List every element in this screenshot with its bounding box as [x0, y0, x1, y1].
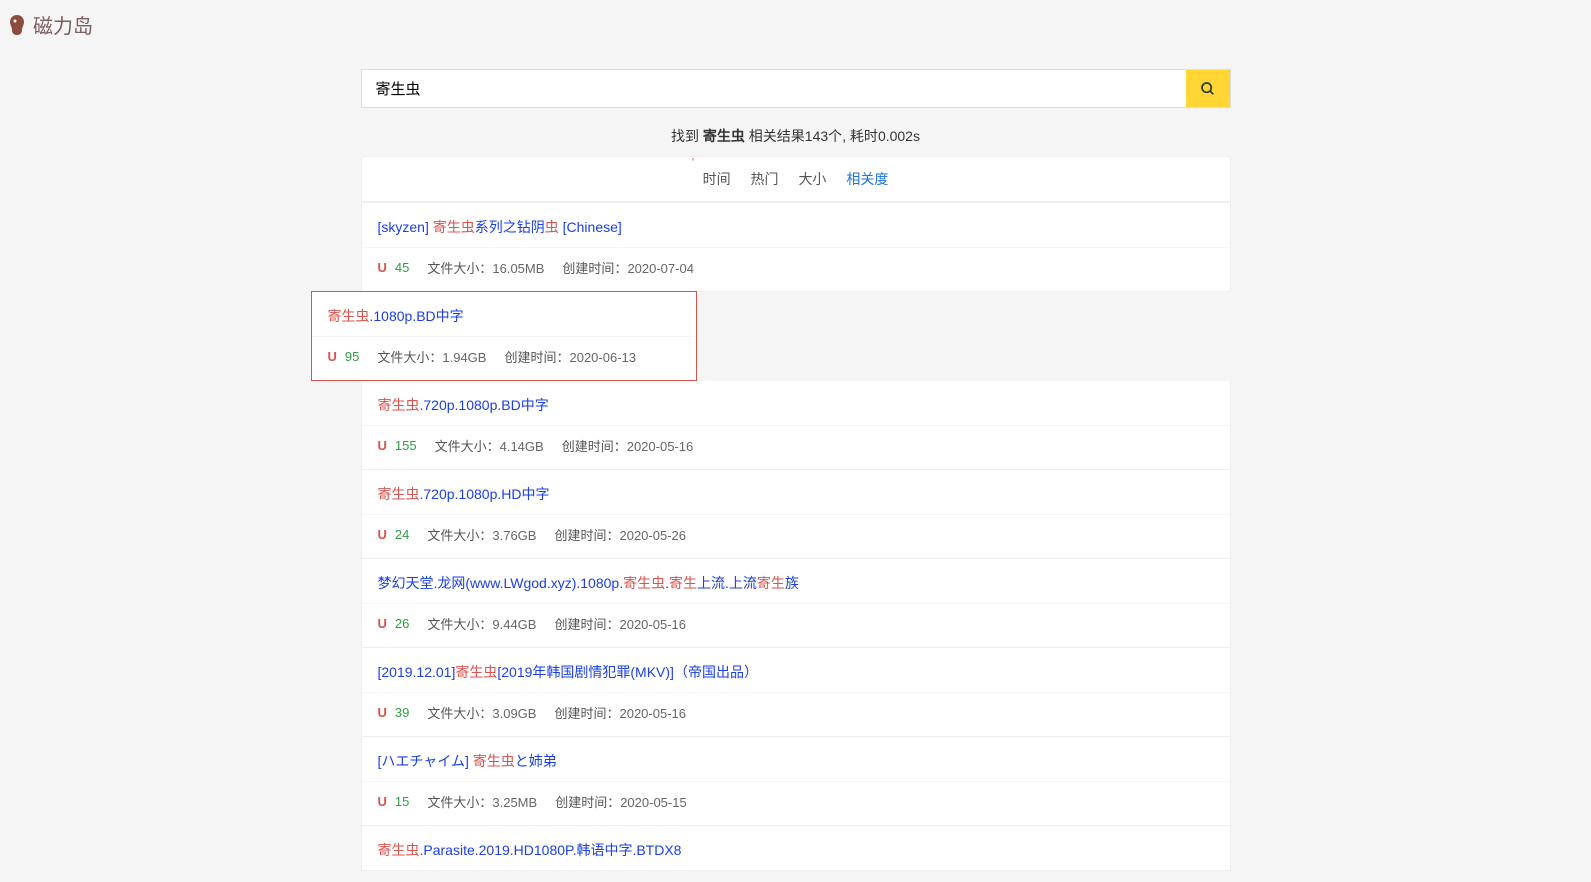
result-meta: U 24 文件大小：3.76GB 创建时间：2020-05-26 [362, 514, 1230, 558]
search-input[interactable] [362, 70, 1186, 107]
file-size: 文件大小：3.76GB [427, 525, 536, 544]
magnet-icon[interactable]: U [378, 438, 387, 453]
sort-hot[interactable]: 热门 [751, 169, 779, 189]
result-item: [2019.12.01]寄生虫[2019年韩国剧情犯罪(MKV)]（帝国出品） U… [361, 648, 1231, 737]
magnet-icon[interactable]: U [378, 616, 387, 631]
file-size: 文件大小：3.09GB [427, 703, 536, 722]
seed-count: 155 [395, 438, 417, 453]
seed-count: 24 [395, 527, 409, 542]
created-time: 创建时间：2020-06-13 [504, 347, 636, 366]
search-button[interactable] [1186, 70, 1230, 107]
result-item: 寄生虫.1080p.BD中字 U 95 文件大小：1.94GB 创建时间：2020-06… [312, 292, 696, 380]
result-title: [2019.12.01]寄生虫[2019年韩国剧情犯罪(MKV)]（帝国出品） [362, 648, 1230, 692]
result-list: [skyzen] 寄生虫系列之钻阴虫 [Chinese] U 45 文件大小：16.0… [361, 202, 1231, 871]
result-meta: U 95 文件大小：1.94GB 创建时间：2020-06-13 [312, 336, 696, 380]
result-link[interactable]: [2019.12.01]寄生虫[2019年韩国剧情犯罪(MKV)]（帝国出品） [378, 664, 758, 680]
seed-count: 26 [395, 616, 409, 631]
result-meta: U 26 文件大小：9.44GB 创建时间：2020-05-16 [362, 603, 1230, 647]
result-link[interactable]: [ハエチャイム] 寄生虫と姉弟 [378, 753, 557, 769]
search-icon [1200, 81, 1216, 97]
magnet-icon[interactable]: U [378, 705, 387, 720]
file-size: 文件大小：3.25MB [427, 792, 537, 811]
result-link[interactable]: 寄生虫.720p.1080p.BD中字 [378, 397, 549, 413]
result-meta: U 15 文件大小：3.25MB 创建时间：2020-05-15 [362, 781, 1230, 825]
result-title: 寄生虫.720p.1080p.BD中字 [362, 381, 1230, 425]
result-summary: 找到 寄生虫 相关结果143个, 耗时0.002s [361, 108, 1231, 156]
result-item: 寄生虫.720p.1080p.HD中字 U 24 文件大小：3.76GB 创建时间：20… [361, 470, 1231, 559]
result-meta: U 155 文件大小：4.14GB 创建时间：2020-05-16 [362, 425, 1230, 469]
result-meta: U 45 文件大小：16.05MB 创建时间：2020-07-04 [362, 247, 1230, 291]
created-time: 创建时间：2020-07-04 [562, 258, 694, 277]
file-size: 文件大小：4.14GB [435, 436, 544, 455]
created-time: 创建时间：2020-05-26 [554, 525, 686, 544]
highlight-box: 寄生虫.1080p.BD中字 U 95 文件大小：1.94GB 创建时间：2020-06… [311, 291, 697, 381]
result-item: 寄生虫.Parasite.2019.HD1080P.韩语中字.BTDX8 [361, 826, 1231, 871]
magnet-icon[interactable]: U [378, 527, 387, 542]
seed-count: 39 [395, 705, 409, 720]
result-link[interactable]: [skyzen] 寄生虫系列之钻阴虫 [Chinese] [378, 219, 622, 235]
created-time: 创建时间：2020-05-16 [554, 703, 686, 722]
result-title: [ハエチャイム] 寄生虫と姉弟 [362, 737, 1230, 781]
seed-count: 45 [395, 260, 409, 275]
seed-count: 15 [395, 794, 409, 809]
result-link[interactable]: 寄生虫.1080p.BD中字 [328, 308, 464, 324]
file-size: 文件大小：16.05MB [427, 258, 544, 277]
site-header: 磁力岛 [0, 0, 1591, 49]
result-item: [skyzen] 寄生虫系列之钻阴虫 [Chinese] U 45 文件大小：16.0… [361, 202, 1231, 292]
file-size: 文件大小：9.44GB [427, 614, 536, 633]
sort-relevance[interactable]: 相关度 [846, 169, 888, 189]
result-item: 寄生虫.720p.1080p.BD中字 U 155 文件大小：4.14GB 创建时间：2… [361, 381, 1231, 470]
created-time: 创建时间：2020-05-15 [555, 792, 687, 811]
result-title: 寄生虫.Parasite.2019.HD1080P.韩语中字.BTDX8 [362, 826, 1230, 870]
search-bar [361, 69, 1231, 108]
logo-icon [5, 13, 29, 37]
result-title: 寄生虫.720p.1080p.HD中字 [362, 470, 1230, 514]
dot-indicator: ° [692, 157, 695, 166]
created-time: 创建时间：2020-05-16 [554, 614, 686, 633]
result-item: 梦幻天堂.龙网(www.LWgod.xyz).1080p.寄生虫.寄生上流.上流… [361, 559, 1231, 648]
result-link[interactable]: 梦幻天堂.龙网(www.LWgod.xyz).1080p.寄生虫.寄生上流.上流… [378, 575, 799, 591]
result-meta: U 39 文件大小：3.09GB 创建时间：2020-05-16 [362, 692, 1230, 736]
result-title: 梦幻天堂.龙网(www.LWgod.xyz).1080p.寄生虫.寄生上流.上流… [362, 559, 1230, 603]
result-title: [skyzen] 寄生虫系列之钻阴虫 [Chinese] [362, 203, 1230, 247]
created-time: 创建时间：2020-05-16 [562, 436, 694, 455]
site-title[interactable]: 磁力岛 [33, 10, 93, 39]
result-link[interactable]: 寄生虫.720p.1080p.HD中字 [378, 486, 550, 502]
sort-size[interactable]: 大小 [798, 169, 826, 189]
sort-time[interactable]: 时间 [703, 169, 731, 189]
result-item: [ハエチャイム] 寄生虫と姉弟 U 15 文件大小：3.25MB 创建时间：2020-0… [361, 737, 1231, 826]
result-link[interactable]: 寄生虫.Parasite.2019.HD1080P.韩语中字.BTDX8 [378, 842, 682, 858]
result-title: 寄生虫.1080p.BD中字 [312, 292, 696, 336]
seed-count: 95 [345, 349, 359, 364]
magnet-icon[interactable]: U [378, 794, 387, 809]
magnet-icon[interactable]: U [328, 349, 337, 364]
file-size: 文件大小：1.94GB [377, 347, 486, 366]
magnet-icon[interactable]: U [378, 260, 387, 275]
sort-bar: ° 时间 热门 大小 相关度 [361, 156, 1231, 202]
